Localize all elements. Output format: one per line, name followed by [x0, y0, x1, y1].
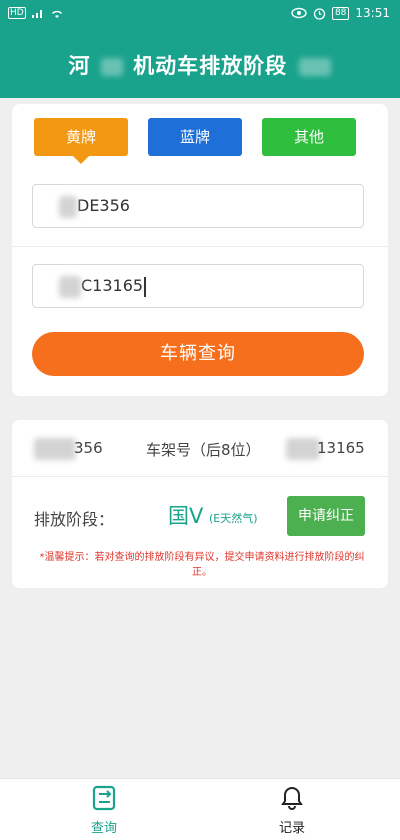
- hd-badge: HD: [8, 7, 26, 19]
- apply-correction-button[interactable]: 申请纠正: [287, 496, 365, 536]
- vin-prefix-redaction: [59, 275, 81, 298]
- query-icon: [92, 785, 116, 811]
- bottom-tab-bar: 查询 记录: [0, 778, 400, 840]
- result-card: 356 车架号（后8位） 13165 排放阶段： 国V (E天然气) 申请纠正 …: [12, 420, 388, 588]
- tab-query-label: 查询: [90, 821, 117, 836]
- result-vin-label: 车架号（后8位）: [146, 441, 261, 459]
- result-vin-tail: 13165: [317, 439, 365, 457]
- eye-icon: [291, 7, 307, 19]
- plate-type-blue-button[interactable]: 蓝牌: [148, 118, 242, 156]
- plate-redaction: [34, 438, 76, 460]
- warm-tip-text: *温馨提示：若对查询的排放阶段有异议，提交申请资料进行排放阶段的纠正。: [39, 552, 365, 578]
- title-redaction-2: [299, 58, 332, 76]
- tab-records[interactable]: 记录: [252, 785, 332, 836]
- status-bar: HD 88 13:51: [0, 0, 400, 28]
- emission-fuel-type: (E天然气): [209, 512, 258, 525]
- plate-prefix-redaction: [59, 195, 77, 218]
- result-plate-tail: 356: [74, 439, 103, 457]
- status-right: 88 13:51: [291, 6, 390, 20]
- query-card: 黄牌 蓝牌 其他 DE356 C13165 车辆查询: [12, 104, 388, 396]
- app-header: 河 机动车排放阶段: [0, 28, 400, 98]
- emission-stage-value: 国V: [168, 504, 204, 528]
- signal-icon: [31, 10, 42, 18]
- tab-query[interactable]: 查询: [64, 785, 144, 836]
- tab-records-label: 记录: [278, 821, 305, 836]
- vin-redaction: [286, 438, 320, 460]
- page-title: 河 机动车排放阶段: [0, 50, 400, 80]
- plate-type-yellow-button[interactable]: 黄牌: [34, 118, 128, 164]
- text-caret: [144, 276, 147, 297]
- result-divider: [12, 476, 388, 477]
- vehicle-query-button[interactable]: 车辆查询: [32, 332, 364, 376]
- clock: 13:51: [355, 6, 390, 20]
- plate-number-input[interactable]: DE356: [32, 184, 364, 228]
- vin-value: C13165: [81, 276, 144, 295]
- result-summary-row: 356 车架号（后8位） 13165: [12, 420, 388, 476]
- title-part-2: 机动车排放阶段: [133, 54, 288, 78]
- battery-indicator: 88: [331, 6, 350, 20]
- bell-icon: [281, 786, 303, 810]
- title-redaction: [100, 58, 123, 76]
- emission-stage-label: 排放阶段：: [34, 510, 115, 529]
- vin-input[interactable]: C13165: [32, 264, 364, 308]
- plate-type-other-button[interactable]: 其他: [262, 118, 356, 156]
- status-left: HD: [8, 7, 64, 19]
- alarm-icon: [313, 7, 326, 20]
- wifi-icon: [51, 10, 62, 18]
- plate-number-value: DE356: [77, 196, 130, 215]
- title-part-1: 河: [68, 54, 91, 78]
- form-divider: [12, 246, 388, 247]
